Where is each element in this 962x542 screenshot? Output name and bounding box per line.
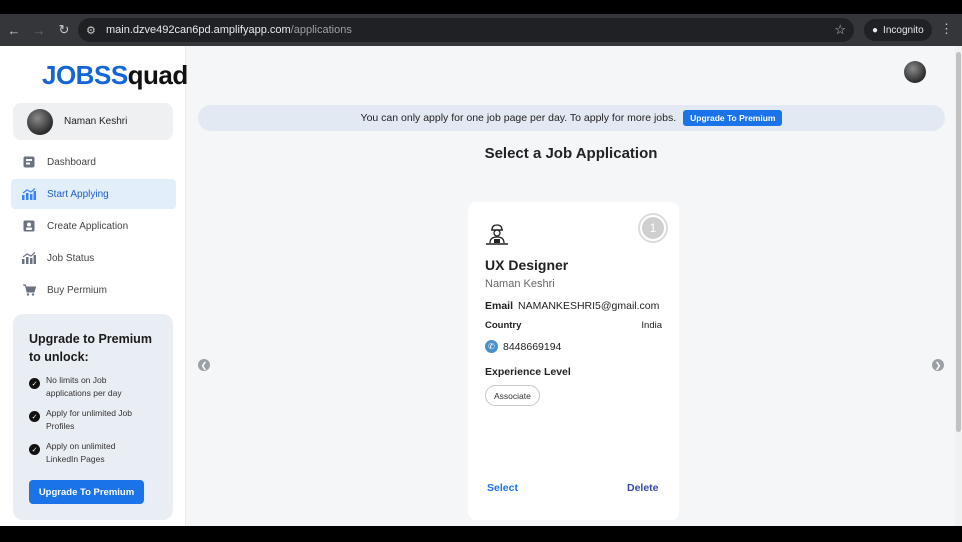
forward-icon[interactable]: → bbox=[28, 19, 50, 41]
incognito-label: Incognito bbox=[883, 24, 924, 36]
select-button[interactable]: Select bbox=[487, 482, 518, 494]
phone-row: ✆ 8448669194 bbox=[485, 340, 561, 353]
bottom-black-bar bbox=[0, 526, 962, 542]
banner-text: You can only apply for one job page per … bbox=[360, 112, 677, 124]
app-page: JOBSSquad Naman Keshri Dashboard Start A… bbox=[0, 46, 962, 526]
feature-item: ✓ Apply on unlimited LinkedIn Pages bbox=[29, 440, 173, 465]
applicant-name: Naman Keshri bbox=[485, 278, 555, 290]
experience-label: Experience Level bbox=[485, 366, 571, 378]
sidebar-item-label: Job Status bbox=[47, 252, 95, 264]
checkmark-icon: ✓ bbox=[29, 378, 40, 389]
page-title: Select a Job Application bbox=[484, 145, 658, 162]
incognito-indicator[interactable]: ● Incognito bbox=[864, 19, 932, 41]
user-name: Naman Keshri bbox=[64, 116, 128, 127]
sidebar-item-label: Dashboard bbox=[47, 156, 96, 168]
country-label: Country bbox=[485, 320, 522, 331]
create-icon bbox=[22, 219, 36, 233]
url-path: /applications bbox=[290, 24, 352, 36]
sidebar: JOBSSquad Naman Keshri Dashboard Start A… bbox=[0, 46, 188, 526]
cart-icon bbox=[22, 283, 36, 297]
feature-text: Apply on unlimited LinkedIn Pages bbox=[46, 441, 116, 464]
sidebar-item-start-applying[interactable]: Start Applying bbox=[11, 179, 176, 209]
feature-text: Apply for unlimited Job Profiles bbox=[46, 408, 132, 431]
avatar bbox=[27, 108, 53, 135]
sidebar-item-dashboard[interactable]: Dashboard bbox=[11, 147, 176, 177]
logo-part-jobs: JOBS bbox=[42, 60, 111, 90]
email-row: Email NAMANKESHRI5@gmail.com bbox=[485, 300, 659, 312]
address-bar[interactable]: ⚙ main.dzve492can6pd.amplifyapp.com/appl… bbox=[78, 18, 854, 42]
experience-chip: Associate bbox=[485, 385, 540, 406]
job-title: UX Designer bbox=[485, 257, 569, 273]
browser-menu-icon[interactable]: ⋮ bbox=[940, 21, 953, 37]
feature-item: ✓ No limits on Job applications per day bbox=[29, 374, 173, 399]
dashboard-icon bbox=[22, 155, 36, 169]
delete-button[interactable]: Delete bbox=[627, 482, 659, 494]
scrollbar-thumb[interactable] bbox=[956, 52, 961, 432]
checkmark-icon: ✓ bbox=[29, 444, 40, 455]
site-settings-icon[interactable]: ⚙ bbox=[86, 24, 102, 37]
job-application-card: 1 UX Designer Naman Keshri Email NAMANKES… bbox=[468, 202, 679, 520]
upgrade-premium-card: Upgrade to Premium to unlock: ✓ No limit… bbox=[13, 314, 173, 520]
limit-banner: You can only apply for one job page per … bbox=[198, 105, 945, 131]
user-profile-card[interactable]: Naman Keshri bbox=[13, 103, 173, 140]
top-black-bar bbox=[0, 0, 962, 14]
bookmark-star-icon[interactable]: ☆ bbox=[834, 22, 846, 38]
checkmark-icon: ✓ bbox=[29, 411, 40, 422]
badge-number: 1 bbox=[642, 217, 664, 239]
banner-upgrade-button[interactable]: Upgrade To Premium bbox=[683, 110, 783, 126]
reload-icon[interactable]: ↻ bbox=[53, 19, 75, 41]
email-value: NAMANKESHRI5@gmail.com bbox=[518, 300, 660, 312]
page-scrollbar[interactable] bbox=[955, 46, 962, 526]
incognito-icon: ● bbox=[872, 24, 879, 36]
sidebar-item-create-application[interactable]: Create Application bbox=[11, 211, 176, 241]
header-avatar[interactable] bbox=[904, 61, 926, 83]
upgrade-title: Upgrade to Premium to unlock: bbox=[29, 332, 152, 364]
feature-item: ✓ Apply for unlimited Job Profiles bbox=[29, 407, 173, 432]
logo-part-quad: quad bbox=[127, 60, 189, 90]
phone-icon: ✆ bbox=[485, 340, 498, 353]
sidebar-item-label: Start Applying bbox=[47, 188, 109, 200]
phone-value: 8448669194 bbox=[503, 340, 562, 353]
url-text: main.dzve492can6pd.amplifyapp.com/applic… bbox=[106, 24, 352, 36]
sidebar-item-job-status[interactable]: Job Status bbox=[11, 243, 176, 273]
carousel-prev-icon[interactable]: ❮ bbox=[198, 359, 210, 371]
application-number-badge: 1 bbox=[638, 213, 668, 243]
browser-window: ← → ↻ ⚙ main.dzve492can6pd.amplifyapp.co… bbox=[0, 0, 962, 542]
email-label: Email bbox=[485, 300, 514, 312]
back-icon[interactable]: ← bbox=[3, 19, 25, 41]
app-logo[interactable]: JOBSSquad bbox=[42, 60, 188, 91]
url-host: main.dzve492can6pd.amplifyapp.com bbox=[106, 24, 291, 36]
sidebar-item-buy-premium[interactable]: Buy Permium bbox=[11, 275, 176, 305]
status-icon bbox=[22, 251, 36, 265]
worker-icon bbox=[486, 224, 508, 245]
chart-icon bbox=[22, 187, 36, 201]
country-value: India bbox=[641, 320, 662, 331]
browser-toolbar: ← → ↻ ⚙ main.dzve492can6pd.amplifyapp.co… bbox=[0, 14, 962, 46]
sidebar-upgrade-button[interactable]: Upgrade To Premium bbox=[29, 480, 144, 504]
sidebar-item-label: Buy Permium bbox=[47, 284, 108, 296]
feature-text: No limits on Job applications per day bbox=[46, 375, 122, 398]
sidebar-item-label: Create Application bbox=[47, 220, 129, 232]
sidebar-nav: Dashboard Start Applying Create Applicat… bbox=[11, 147, 176, 307]
country-row: Country India bbox=[485, 320, 662, 331]
carousel-next-icon[interactable]: ❯ bbox=[932, 359, 944, 371]
